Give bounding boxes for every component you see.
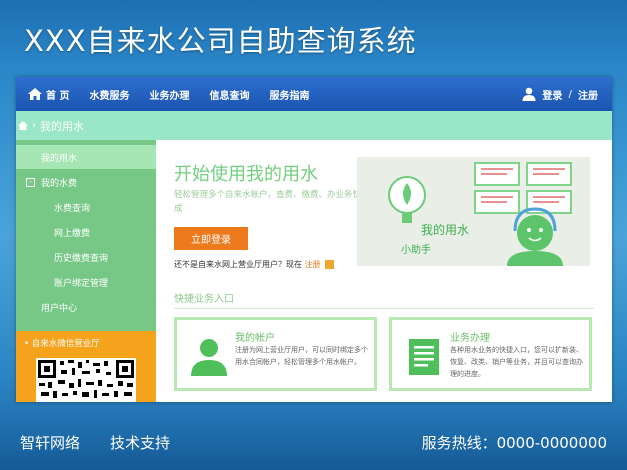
card-desc: 注册为网上营业厅用户，可以同时绑定多个用水合同帐户，轻松管理多个用水帐户。: [235, 346, 368, 366]
nav-service-guide[interactable]: 服务指南: [259, 77, 319, 111]
footer-support: 智轩网络 技术支持: [20, 434, 171, 452]
nav-account-area: 登录 / 注册: [522, 87, 612, 102]
main-content: 开始使用我的用水 轻松管理多个自来水帐户，查费、缴费、办业务快捷完成 立即登录 …: [156, 140, 612, 402]
sidebar-item-account-binding[interactable]: 账户绑定管理: [16, 270, 156, 294]
nav-business[interactable]: 业务办理: [139, 77, 199, 111]
home-icon: [28, 88, 42, 100]
nav-home[interactable]: 首 页: [16, 77, 79, 111]
sidebar-item-label: 账户绑定管理: [54, 278, 109, 289]
sidebar-item-label: 我的水费: [41, 178, 78, 189]
login-register-separator: /: [568, 88, 572, 100]
login-now-button[interactable]: 立即登录: [174, 227, 248, 250]
breadcrumb: › 我的用水: [16, 111, 612, 140]
card-title: 我的帐户: [235, 333, 275, 344]
sidebar: 我的用水 - 我的水费 水费查询 网上缴费 历史缴费查询 账户绑定管理 用户中心…: [16, 140, 156, 402]
sidebar-item-label: 我的用水: [41, 153, 78, 164]
sidebar-item-user-center[interactable]: 用户中心: [16, 295, 156, 319]
sidebar-item-label: 用户中心: [41, 303, 78, 314]
page-title: XXX自来水公司自助查询系统: [24, 24, 417, 58]
top-navigation: 首 页 水费服务 业务办理 信息查询 服务指南 登录 / 注册: [16, 77, 612, 111]
document-icon: [409, 339, 439, 375]
register-link[interactable]: 注册: [578, 87, 598, 102]
footer: 智轩网络 技术支持 服务热线：0000-0000000: [0, 415, 627, 470]
register-note-text: 还不是自来水网上营业厅用户？现在: [174, 260, 302, 269]
sidebar-item-label: 水费查询: [54, 203, 91, 214]
nav-water-fee-service[interactable]: 水费服务: [79, 77, 139, 111]
breadcrumb-arrow: ›: [32, 120, 36, 131]
collapse-icon: -: [26, 177, 35, 187]
sidebar-item-my-fee[interactable]: - 我的水费: [16, 170, 156, 194]
user-icon: [522, 87, 536, 101]
wechat-promo[interactable]: • 自来水微信营业厅: [16, 331, 156, 402]
card-my-account[interactable]: 我的帐户 注册为网上营业厅用户，可以同时绑定多个用水合同帐户，轻松管理多个用水帐…: [174, 317, 377, 391]
breadcrumb-home-icon[interactable]: [18, 121, 28, 130]
register-note: 还不是自来水网上营业厅用户？现在 注册: [174, 259, 335, 270]
sidebar-item-online-pay[interactable]: 网上缴费: [16, 220, 156, 244]
card-title: 业务办理: [450, 333, 490, 344]
footer-hotline: 服务热线：0000-0000000: [421, 434, 607, 452]
nav-info-query[interactable]: 信息查询: [199, 77, 259, 111]
user-icon: [191, 339, 227, 376]
sidebar-item-fee-query[interactable]: 水费查询: [16, 195, 156, 219]
app-frame: 首 页 水费服务 业务办理 信息查询 服务指南 登录 / 注册 › 我的用水 我…: [16, 77, 612, 402]
edit-icon: [325, 260, 335, 269]
sidebar-item-my-water[interactable]: 我的用水: [16, 145, 156, 169]
hero-illustration: 我的用水 小助手: [357, 157, 590, 266]
wechat-promo-label: • 自来水微信营业厅: [24, 339, 100, 349]
sidebar-item-label: 网上缴费: [54, 228, 91, 239]
card-desc: 各种用水业务的快捷入口，您可以扩新装、恢复、改类、销户等业务，并且可以查询办理的…: [450, 346, 583, 378]
hero-illustration-title: 我的用水: [421, 223, 470, 237]
card-business[interactable]: 业务办理 各种用水业务的快捷入口，您可以扩新装、恢复、改类、销户等业务，并且可以…: [389, 317, 592, 391]
register-now-link[interactable]: 注册: [305, 260, 321, 269]
nav-home-label: 首 页: [46, 90, 70, 102]
quick-entry-title: 快捷业务入口: [174, 294, 234, 305]
qr-code-image: [36, 358, 136, 402]
login-link[interactable]: 登录: [542, 87, 562, 102]
hero-illustration-sub: 小助手: [401, 245, 431, 256]
sidebar-item-history[interactable]: 历史缴费查询: [16, 245, 156, 269]
quick-entry-divider: [174, 308, 594, 309]
breadcrumb-current: 我的用水: [40, 119, 84, 133]
sidebar-item-label: 历史缴费查询: [54, 253, 109, 264]
hero-subtitle: 轻松管理多个自来水帐户，查费、缴费、办业务快捷完成: [174, 190, 379, 214]
hero-title: 开始使用我的用水: [174, 164, 318, 185]
